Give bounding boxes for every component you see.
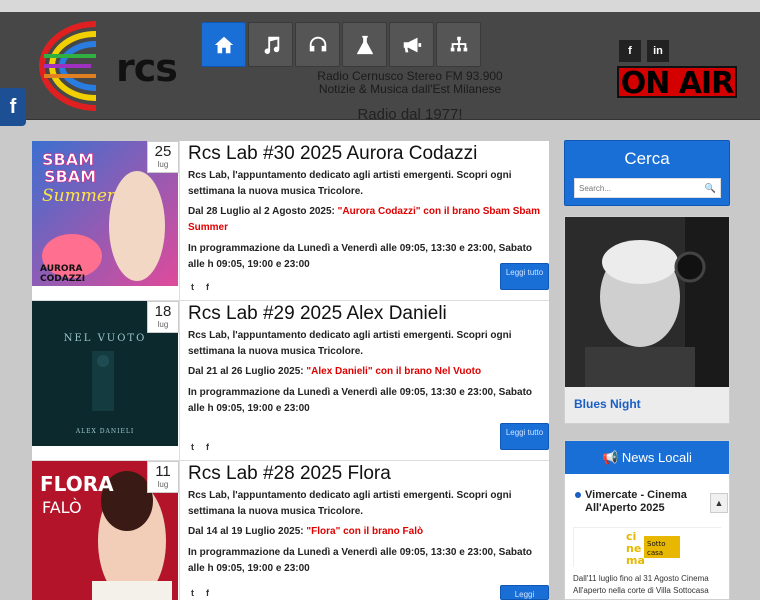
post-artist: "Flora" con il brano Falò (306, 526, 424, 537)
date-badge: 18 lug (147, 301, 179, 333)
slogan: Radio dal 1977! (357, 106, 463, 123)
thumb-text: ALEX DANIELI (75, 428, 134, 435)
post-dates: Dal 28 Luglio al 2 Agosto 2025: "Aurora … (188, 206, 540, 233)
twitter-icon[interactable]: t (191, 282, 194, 292)
search-icon[interactable]: 🔍 (705, 183, 716, 194)
read-more-button[interactable]: Leggi (500, 585, 549, 600)
search-title: Cerca (624, 149, 670, 168)
read-more-button[interactable]: Leggi tutto (500, 423, 549, 450)
show-photo[interactable] (565, 217, 729, 387)
news-img-text: ma (626, 554, 645, 567)
social-links: f in (619, 40, 669, 62)
post-schedule: In programmazione da Lunedì a Venerdì al… (188, 387, 533, 414)
main-nav (201, 22, 481, 67)
twitter-icon[interactable]: t (191, 442, 194, 452)
station-info: Radio Cernusco Stereo FM 93.900 Notizie … (300, 70, 520, 96)
post-schedule: In programmazione da Lunedì a Venerdì al… (188, 243, 533, 270)
thumb-text: SBAM (44, 167, 96, 186)
scroll-up-button[interactable]: ▲ (710, 493, 728, 513)
date-badge: 25 lug (147, 141, 179, 173)
date-month: lug (157, 160, 169, 169)
post-card: FLORA FALÒ 11 lug Rcs Lab #28 2025 Flora… (32, 461, 549, 600)
date-day: 11 (155, 463, 171, 480)
flask-icon (356, 35, 373, 54)
post-intro: Rcs Lab, l'appuntamento dedicato agli ar… (188, 490, 512, 517)
date-month: lug (157, 320, 169, 329)
nav-sitemap-button[interactable] (436, 22, 481, 67)
share-links: t f (191, 282, 209, 292)
thumb-text: FLORA (40, 472, 114, 496)
date-badge: 11 lug (147, 461, 179, 493)
post-title[interactable]: Rcs Lab #30 2025 Aurora Codazzi (188, 143, 541, 165)
show-caption[interactable]: Blues Night (565, 387, 729, 421)
thumb-text: FALÒ (42, 498, 82, 517)
station-tagline: Notizie & Musica dall'Est Milanese (318, 82, 502, 96)
post-title[interactable]: Rcs Lab #28 2025 Flora (188, 463, 541, 485)
post-card: NEL VUOTO ALEX DANIELI 18 lug Rcs Lab #2… (32, 301, 549, 461)
news-item-text: Dall'11 luglio fino al 31 Agosto Cinema … (573, 574, 709, 595)
megaphone-icon: 📢 (602, 450, 622, 465)
nav-home-button[interactable] (201, 22, 246, 67)
post-body: Rcs Lab #28 2025 Flora Rcs Lab, l'appunt… (179, 461, 549, 600)
facebook-icon[interactable]: f (206, 442, 209, 452)
nav-lab-button[interactable] (342, 22, 387, 67)
search-widget: Cerca Search... 🔍 (564, 140, 730, 206)
post-intro: Rcs Lab, l'appuntamento dedicato agli ar… (188, 170, 512, 197)
thumb-text: CODAZZI (40, 274, 85, 284)
post-card: SBAM SBAM Summer AURORA CODAZZI 25 lug R… (32, 141, 549, 301)
logo-text: rcs (116, 46, 178, 90)
news-img-text: casa (647, 549, 663, 557)
post-body: Rcs Lab #29 2025 Alex Danieli Rcs Lab, l… (179, 301, 549, 461)
post-body: Rcs Lab #30 2025 Aurora Codazzi Rcs Lab,… (179, 141, 549, 301)
post-dates: Dal 14 al 19 Luglio 2025: "Flora" con il… (188, 526, 424, 537)
megaphone-icon (403, 37, 421, 52)
sitemap-icon (450, 36, 467, 51)
linkedin-icon[interactable]: in (647, 40, 669, 62)
site-header: rcs Radio Cernusco Stereo FM 93.900 Noti… (0, 12, 760, 123)
on-air-button[interactable]: ON AIR (617, 66, 737, 100)
news-item-title[interactable]: Vimercate - Cinema All'Aperto 2025 (575, 489, 705, 515)
date-month: lug (157, 480, 169, 489)
top-strip (0, 0, 760, 12)
thumb-text: AURORA (40, 264, 83, 274)
facebook-icon[interactable]: f (206, 588, 209, 598)
news-img-text: Sotto (647, 540, 666, 548)
date-day: 25 (154, 143, 172, 160)
headphones-icon (309, 36, 326, 51)
post-schedule: In programmazione da Lunedì a Venerdì al… (188, 547, 533, 574)
post-dates: Dal 21 al 26 Luglio 2025: "Alex Danieli"… (188, 366, 482, 377)
post-intro: Rcs Lab, l'appuntamento dedicato agli ar… (188, 330, 512, 357)
search-input[interactable]: Search... 🔍 (574, 178, 721, 198)
post-artist: "Alex Danieli" con il brano Nel Vuoto (306, 366, 482, 377)
news-widget: 📢 News Locali Vimercate - Cinema All'Ape… (564, 440, 730, 600)
show-widget: Blues Night (564, 216, 730, 424)
share-links: t f (191, 588, 209, 598)
facebook-icon[interactable]: f (619, 40, 641, 62)
nav-news-button[interactable] (389, 22, 434, 67)
music-note-icon (264, 36, 279, 54)
read-more-button[interactable]: Leggi tutto (500, 263, 549, 290)
home-icon (214, 36, 233, 53)
search-placeholder: Search... (579, 184, 612, 193)
news-title: News Locali (621, 450, 692, 465)
rcs-logo[interactable]: rcs (36, 18, 178, 114)
thumb-text: NEL VUOTO (64, 333, 147, 344)
nav-music-button[interactable] (248, 22, 293, 67)
twitter-icon[interactable]: t (191, 588, 194, 598)
news-item-image[interactable]: ci ne ma Sotto casa (573, 527, 722, 568)
news-header: 📢 News Locali (565, 441, 729, 474)
date-day: 18 (154, 303, 172, 320)
facebook-side-tab[interactable]: f (0, 88, 26, 126)
facebook-icon[interactable]: f (206, 282, 209, 292)
post-title[interactable]: Rcs Lab #29 2025 Alex Danieli (188, 303, 541, 325)
nav-listen-button[interactable] (295, 22, 340, 67)
share-links: t f (191, 442, 209, 452)
thumb-text: Summer (42, 186, 116, 206)
